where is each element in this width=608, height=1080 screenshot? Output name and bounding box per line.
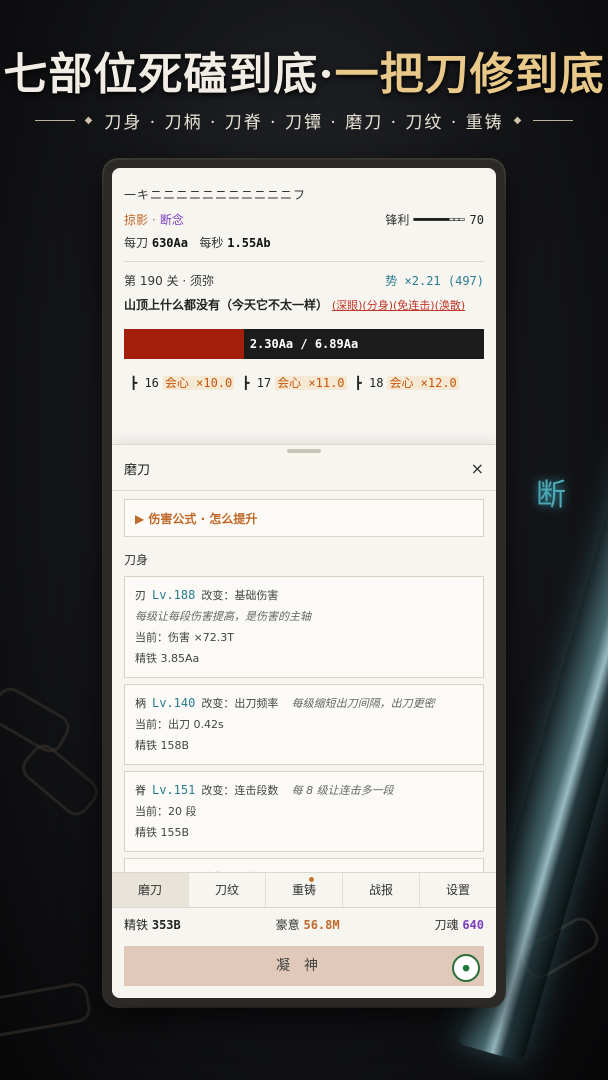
upgrade-change: 改变：连击段数 bbox=[201, 784, 279, 797]
upgrade-level: Lv.151 bbox=[152, 783, 196, 797]
upgrade-cost: 精铁 158B bbox=[135, 739, 190, 752]
tab-1[interactable]: 刀纹 bbox=[189, 873, 266, 907]
soul-label: 刀魂 bbox=[434, 918, 459, 932]
skill-list: 掠影 · 断念 bbox=[124, 211, 184, 228]
upgrade-cost: 精铁 3.85Aa bbox=[135, 652, 200, 665]
sharpness-label: 锋利 bbox=[385, 213, 410, 227]
upgrade-hint: 每级让每段伤害提高，是伤害的主轴 bbox=[135, 610, 311, 623]
sharpness-meter: ▬▬▬▬▬▬▬▭▭▭ bbox=[413, 214, 464, 225]
record-icon[interactable]: ● bbox=[452, 954, 480, 982]
hp-text: 2.30Aa / 6.89Aa bbox=[249, 337, 359, 351]
skill-separator: · bbox=[152, 213, 156, 227]
iron-label: 精铁 bbox=[124, 918, 149, 932]
upgrade-level: Lv.188 bbox=[152, 588, 196, 602]
upgrade-current: 当前：20 段 bbox=[135, 805, 197, 818]
dmg-value: 630Aa bbox=[151, 236, 188, 250]
game-screen: 一キニニニニニニニニニニニフ 掠影 · 断念 锋利 ▬▬▬▬▬▬▬▭▭▭ 70 每刀… bbox=[112, 168, 496, 998]
combo-crit: 会心 ×11.0 bbox=[275, 376, 347, 390]
divider bbox=[124, 261, 484, 262]
sharpness-value: 70 bbox=[469, 212, 484, 227]
promo-headline: 七部位死磕到底·一把刀修到底 bbox=[0, 38, 608, 102]
combo-crit: 会心 ×12.0 bbox=[387, 376, 459, 390]
upgrade-list: 刃 Lv.188 改变：基础伤害每级让每段伤害提高，是伤害的主轴 当前：伤害 ×72.… bbox=[112, 568, 496, 897]
section-title: 刀身 bbox=[124, 553, 149, 567]
blade-ascii: 一キニニニニニニニニニニニフ bbox=[124, 188, 307, 202]
upgrade-cost: 精铁 155B bbox=[135, 826, 190, 839]
stage-desc-text: 山顶上什么都没有（今天它不太一样） bbox=[124, 298, 329, 312]
combo-log: ┣ 16 会心 ×10.0 ┣ 17 会心 ×11.0 ┣ 18 会心 ×12.0 bbox=[112, 359, 496, 394]
combo-step: ┣ 16 bbox=[130, 376, 159, 390]
upgrade-current: 当前：伤害 ×72.3T bbox=[135, 631, 234, 644]
resource-soul: 刀魂 640 bbox=[434, 916, 484, 933]
upgrade-change: 改变：出刀频率 bbox=[201, 697, 279, 710]
hero-value: 56.8M bbox=[303, 918, 340, 932]
phone-frame: 一キニニニニニニニニニニニフ 掠影 · 断念 锋利 ▬▬▬▬▬▬▬▭▭▭ 70 每刀… bbox=[104, 160, 504, 1006]
subline-rule bbox=[34, 120, 75, 121]
damage-stats: 每刀 630Aa 每秒 1.55Ab bbox=[124, 234, 484, 251]
subline-text: 刀身 · 刀柄 · 刀脊 · 刀镡 · 磨刀 · 刀纹 · 重铸 bbox=[104, 113, 504, 133]
upgrade-name: 脊 bbox=[135, 784, 146, 797]
sharpness: 锋利 ▬▬▬▬▬▬▬▭▭▭ 70 bbox=[385, 211, 484, 228]
sharpen-sheet: 磨刀 × ▶ 伤害公式 · 怎么提升 刀身 刃 Lv.188 改变：基础伤害每级让每… bbox=[112, 444, 496, 998]
upgrade-change: 改变：基础伤害 bbox=[201, 589, 279, 602]
divider bbox=[112, 490, 496, 491]
upgrade-current: 当前：出刀 0.42s bbox=[135, 718, 224, 731]
upgrade-name: 刃 bbox=[135, 589, 146, 602]
blade-status: 一キニニニニニニニニニニニフ 掠影 · 断念 锋利 ▬▬▬▬▬▬▬▭▭▭ 70 每刀… bbox=[112, 168, 496, 262]
notification-dot-icon bbox=[309, 877, 314, 882]
upgrade-level: Lv.140 bbox=[152, 696, 196, 710]
resource-bar: 精铁 353B 豪意 56.8M 刀魂 640 bbox=[124, 916, 484, 933]
resource-hero: 豪意 56.8M bbox=[276, 916, 340, 933]
combo-step: ┣ 17 bbox=[242, 376, 272, 390]
resource-iron: 精铁 353B bbox=[124, 916, 181, 933]
momentum-multiplier: 势 ×2.21 (497) bbox=[385, 274, 484, 288]
stage-description: 山顶上什么都没有（今天它不太一样） (深眼)(分身)(免连击)(涣散) bbox=[124, 296, 484, 315]
headline-part-2: 一把刀修到底 bbox=[334, 49, 605, 100]
background-chain bbox=[0, 980, 93, 1040]
dps-label: 每秒 bbox=[199, 236, 224, 250]
dps-value: 1.55Ab bbox=[227, 236, 271, 250]
stage-level: 第 190 关 · 须弥 bbox=[124, 274, 214, 288]
upgrade-card[interactable]: 脊 Lv.151 改变：连击段数 每 8 级让连击多一段当前：20 段精铁 155B bbox=[124, 771, 484, 852]
combo-crit: 会心 ×10.0 bbox=[162, 376, 235, 390]
subline-rule bbox=[533, 120, 574, 121]
sheet-grab-handle[interactable] bbox=[287, 449, 321, 453]
headline-part-1: 七部位死磕到底· bbox=[3, 49, 335, 100]
upgrade-card[interactable]: 柄 Lv.140 改变：出刀频率 每级缩短出刀间隔，出刀更密当前：出刀 0.42s 精… bbox=[124, 684, 484, 765]
stage-info: 第 190 关 · 须弥 势 ×2.21 (497) 山顶上什么都没有（今天它不… bbox=[112, 272, 496, 359]
tab-bar: 磨刀 刀纹 重铸 战报 设置 bbox=[112, 872, 496, 908]
dmg-label: 每刀 bbox=[124, 236, 149, 250]
background-chain bbox=[16, 738, 104, 822]
diamond-icon: ◆ bbox=[513, 115, 524, 126]
stage-tags[interactable]: (深眼)(分身)(免连击)(涣散) bbox=[332, 299, 465, 312]
iron-value: 353B bbox=[151, 918, 181, 932]
tab-3[interactable]: 战报 bbox=[343, 873, 420, 907]
upgrade-hint: 每级缩短出刀间隔，出刀更密 bbox=[291, 697, 435, 710]
combo-step: ┣ 18 bbox=[354, 376, 384, 390]
tab-2[interactable]: 重铸 bbox=[266, 873, 343, 907]
formula-button[interactable]: ▶ 伤害公式 · 怎么提升 bbox=[124, 499, 484, 537]
focus-button[interactable]: 凝神 bbox=[124, 946, 484, 986]
upgrade-name: 柄 bbox=[135, 697, 146, 710]
close-icon[interactable]: × bbox=[471, 459, 484, 478]
upgrade-card[interactable]: 刃 Lv.188 改变：基础伤害每级让每段伤害提高，是伤害的主轴 当前：伤害 ×72.… bbox=[124, 576, 484, 678]
skill-2[interactable]: 断念 bbox=[160, 213, 184, 227]
hero-label: 豪意 bbox=[275, 918, 300, 932]
background-rune: 断 bbox=[536, 478, 566, 513]
promo-subline: ◆ 刀身 · 刀柄 · 刀脊 · 刀镡 · 磨刀 · 刀纹 · 重铸 ◆ bbox=[0, 108, 608, 133]
soul-value: 640 bbox=[462, 918, 484, 932]
skill-1[interactable]: 掠影 bbox=[124, 213, 148, 227]
upgrade-hint: 每 8 级让连击多一段 bbox=[291, 784, 394, 797]
enemy-hp-bar: 2.30Aa / 6.89Aa bbox=[124, 329, 484, 359]
tab-4[interactable]: 设置 bbox=[420, 873, 496, 907]
diamond-icon: ◆ bbox=[84, 115, 95, 126]
sheet-title: 磨刀 bbox=[124, 463, 151, 478]
tab-0[interactable]: 磨刀 bbox=[112, 873, 189, 907]
